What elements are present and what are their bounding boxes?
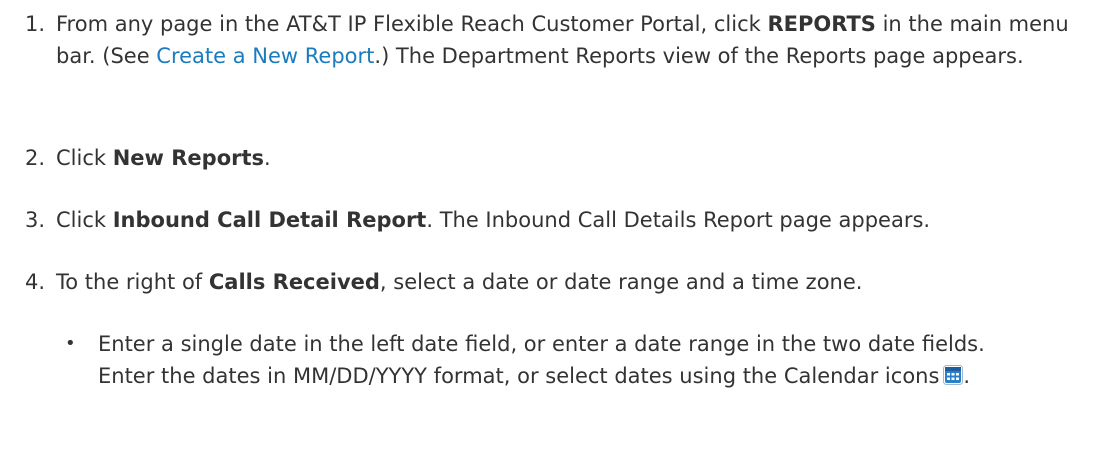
bullet-item: • Enter a single date in the left date f… (0, 328, 1114, 392)
step-number: 2. (25, 146, 46, 170)
new-reports-label: New Reports (112, 146, 265, 170)
step-text: Click New Reports. (56, 146, 271, 170)
inbound-report-label: Inbound Call Detail Report (112, 208, 427, 232)
step-number: 4. (25, 270, 46, 294)
step-text: To the right of Calls Received, select a… (56, 270, 863, 294)
calls-received-label: Calls Received (208, 270, 380, 294)
step-4: 4. To the right of Calls Received, selec… (0, 266, 1114, 298)
step-2: 2. Click New Reports. (0, 142, 1114, 174)
step-text: From any page in the AT&T IP Flexible Re… (56, 12, 1069, 68)
step-number: 1. (25, 12, 46, 36)
step-number: 3. (25, 208, 46, 232)
calendar-icon (943, 362, 964, 385)
step-text: Click Inbound Call Detail Report. The In… (56, 208, 931, 232)
step-1: 1. From any page in the AT&T IP Flexible… (0, 8, 1114, 72)
bullet-marker: • (65, 333, 76, 354)
menu-reports-label: REPORTS (767, 12, 876, 36)
bullet-text: Enter a single date in the left date fie… (98, 332, 985, 388)
create-new-report-link[interactable]: Create a New Report (156, 44, 374, 68)
step-3: 3. Click Inbound Call Detail Report. The… (0, 204, 1114, 236)
